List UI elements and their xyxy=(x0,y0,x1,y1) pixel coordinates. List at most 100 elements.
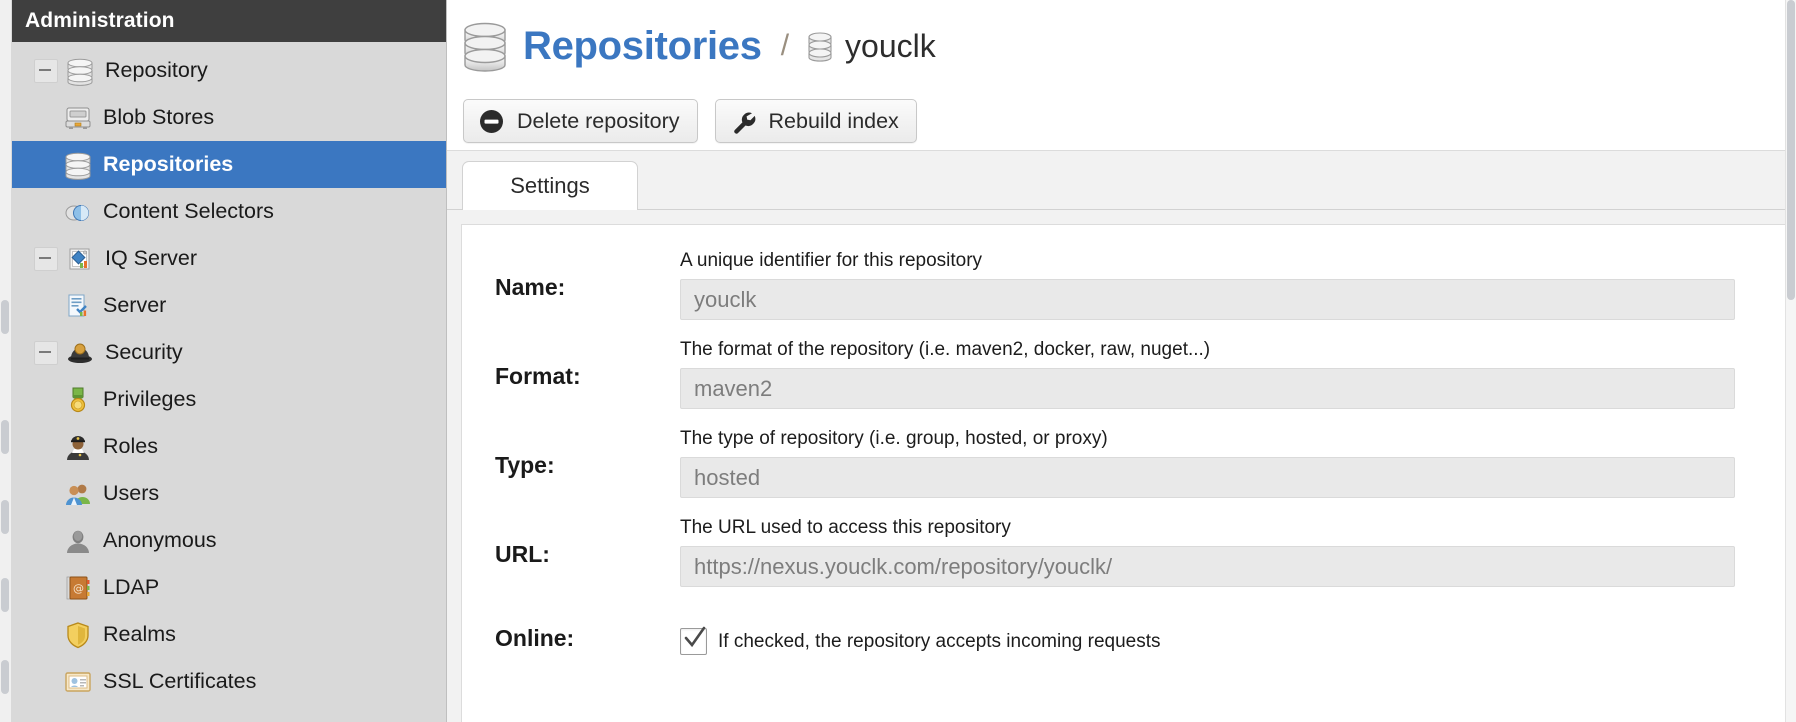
medal-icon xyxy=(63,385,93,415)
field-body: If checked, the repository accepts incom… xyxy=(680,606,1795,655)
form-row: Format: The format of the repository (i.e… xyxy=(462,339,1795,409)
sidebar-item-iq-server[interactable]: IQ Server xyxy=(12,235,446,282)
online-help-text: If checked, the repository accepts incom… xyxy=(718,630,1161,652)
sidebar-item-content-selectors[interactable]: Content Selectors xyxy=(12,188,446,235)
field-input-readonly[interactable]: youclk xyxy=(680,279,1735,320)
security-guard-icon xyxy=(65,338,95,368)
sidebar-item-label: Privileges xyxy=(103,387,197,411)
server-icon xyxy=(63,291,93,321)
sidebar-item-ldap[interactable]: @ LDAP xyxy=(12,564,446,611)
database-icon xyxy=(461,20,509,72)
sidebar-item-blob-stores[interactable]: Blob Stores xyxy=(12,94,446,141)
wrench-icon xyxy=(730,108,757,135)
sidebar-item-label: SSL Certificates xyxy=(103,669,257,693)
online-checkbox[interactable] xyxy=(680,626,707,655)
iq-server-icon xyxy=(65,244,95,274)
sidebar-item-realms[interactable]: Realms xyxy=(12,611,446,658)
application-window: Administration Repository Blob Stores Re… xyxy=(0,0,1796,722)
field-label: Online: xyxy=(495,625,575,651)
collapse-toggle-icon[interactable] xyxy=(34,246,58,271)
breadcrumb-repository-name: youclk xyxy=(845,27,936,64)
sidebar-item-ssl-certificates[interactable]: SSL Certificates xyxy=(12,658,446,705)
main-content: Repositories / youclk Delete repository … xyxy=(447,0,1796,722)
field-label: URL: xyxy=(495,541,550,567)
page-title: Repositories xyxy=(523,23,762,68)
tab-strip: Settings xyxy=(447,150,1796,210)
form-row: Name: A unique identifier for this reposi… xyxy=(462,250,1795,320)
sidebar-item-security[interactable]: Security xyxy=(12,329,446,376)
users-icon xyxy=(63,479,93,509)
admin-nav-tree: Repository Blob Stores Repositories Cont… xyxy=(12,42,446,705)
sidebar-item-label: Content Selectors xyxy=(103,199,274,223)
delete-repository-button[interactable]: Delete repository xyxy=(463,99,698,143)
sidebar-item-label: Anonymous xyxy=(103,528,217,552)
sidebar-item-server[interactable]: Server xyxy=(12,282,446,329)
scrollbar-thumb-segment[interactable] xyxy=(1,660,9,694)
sidebar-item-anonymous[interactable]: Anonymous xyxy=(12,517,446,564)
sidebar-item-privileges[interactable]: Privileges xyxy=(12,376,446,423)
page-toolbar: Delete repository Rebuild index xyxy=(447,92,1796,150)
tab-settings[interactable]: Settings xyxy=(462,161,638,210)
button-label: Delete repository xyxy=(517,108,680,133)
database-icon xyxy=(65,56,95,86)
sidebar-header-title: Administration xyxy=(12,0,446,42)
sidebar-item-roles[interactable]: Roles xyxy=(12,423,446,470)
settings-content-area: Name: A unique identifier for this reposi… xyxy=(447,210,1796,722)
sidebar-item-label: LDAP xyxy=(103,575,160,599)
svg-text:@: @ xyxy=(73,582,84,595)
collapse-toggle-icon[interactable] xyxy=(34,340,58,365)
blob-store-icon xyxy=(63,103,93,133)
field-label: Format: xyxy=(495,363,581,389)
browser-scrollbar-gutter[interactable] xyxy=(0,0,12,722)
sidebar-item-label: Blob Stores xyxy=(103,105,215,129)
form-row-online: Online: If checked, the repository accept… xyxy=(462,606,1795,655)
sidebar-item-label: IQ Server xyxy=(105,246,197,270)
sidebar-item-label: Repositories xyxy=(103,152,234,176)
button-label: Rebuild index xyxy=(768,108,899,133)
online-checkbox-row: If checked, the repository accepts incom… xyxy=(680,606,1735,655)
content-selector-icon xyxy=(63,197,93,227)
sidebar-item-label: Realms xyxy=(103,622,176,646)
delete-circle-icon xyxy=(478,108,505,135)
sidebar-item-repositories[interactable]: Repositories xyxy=(12,141,446,188)
field-help-text: The format of the repository (i.e. maven… xyxy=(680,339,1211,360)
database-icon xyxy=(63,150,93,180)
anonymous-user-icon xyxy=(63,526,93,556)
field-label: Type: xyxy=(495,452,555,478)
field-help-text: The URL used to access this repository xyxy=(680,517,1011,538)
scrollbar-thumb-segment[interactable] xyxy=(1,420,9,454)
field-input-readonly[interactable]: https://nexus.youclk.com/repository/youc… xyxy=(680,546,1735,587)
field-body: The type of repository (i.e. group, host… xyxy=(680,428,1795,498)
settings-panel: Name: A unique identifier for this reposi… xyxy=(461,224,1796,722)
sidebar-item-repository[interactable]: Repository xyxy=(12,47,446,94)
form-row: Type: The type of repository (i.e. group,… xyxy=(462,428,1795,498)
field-input-readonly[interactable]: maven2 xyxy=(680,368,1735,409)
sidebar-item-label: Roles xyxy=(103,434,158,458)
sidebar-item-users[interactable]: Users xyxy=(12,470,446,517)
police-officer-icon xyxy=(63,432,93,462)
page-scrollbar-thumb[interactable] xyxy=(1787,0,1795,300)
page-header: Repositories / youclk xyxy=(447,0,1796,92)
field-help-text: A unique identifier for this repository xyxy=(680,250,983,271)
sidebar-item-label: Repository xyxy=(105,58,208,82)
certificate-icon xyxy=(63,667,93,697)
sidebar-item-label: Users xyxy=(103,481,160,505)
breadcrumb-separator: / xyxy=(780,29,790,62)
scrollbar-thumb-segment[interactable] xyxy=(1,578,9,612)
field-input-readonly[interactable]: hosted xyxy=(680,457,1735,498)
scrollbar-thumb-segment[interactable] xyxy=(1,300,9,334)
field-body: A unique identifier for this repository y… xyxy=(680,250,1795,320)
field-body: The URL used to access this repository ht… xyxy=(680,517,1795,587)
form-row: URL: The URL used to access this reposito… xyxy=(462,517,1795,587)
database-icon xyxy=(806,31,834,62)
field-label: Name: xyxy=(495,274,566,300)
sidebar-item-label: Server xyxy=(103,293,167,317)
admin-sidebar: Administration Repository Blob Stores Re… xyxy=(12,0,447,722)
sidebar-item-label: Security xyxy=(105,340,183,364)
scrollbar-thumb-segment[interactable] xyxy=(1,500,9,534)
collapse-toggle-icon[interactable] xyxy=(34,58,58,83)
field-help-text: The type of repository (i.e. group, host… xyxy=(680,428,1108,449)
address-book-icon: @ xyxy=(63,573,93,603)
rebuild-index-button[interactable]: Rebuild index xyxy=(714,99,917,143)
page-scrollbar[interactable] xyxy=(1785,0,1796,722)
